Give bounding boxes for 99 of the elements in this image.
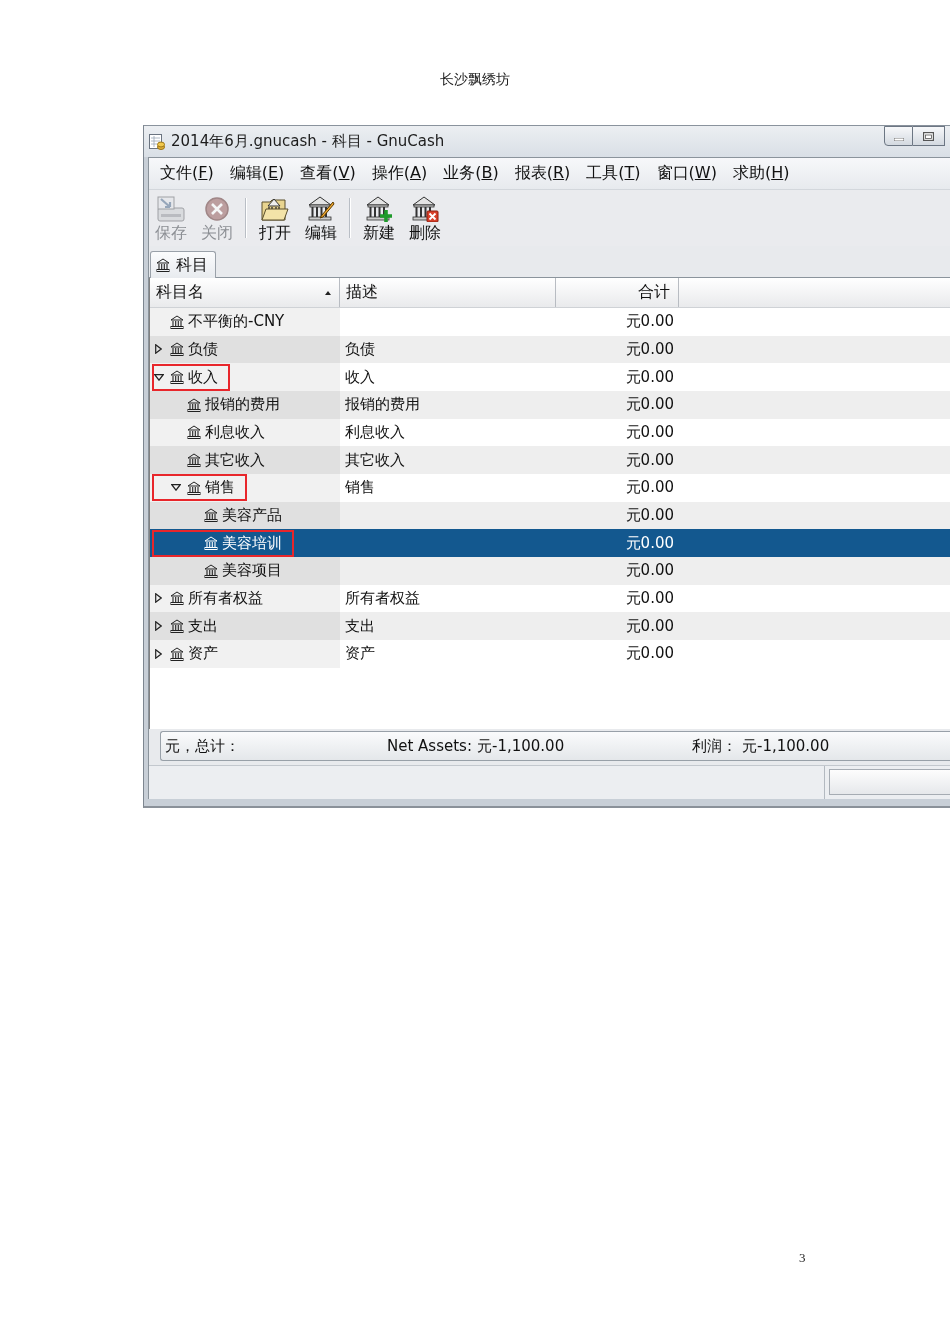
account-name: 其它收入	[205, 450, 265, 470]
menu-item[interactable]: 报表(R)	[514, 163, 571, 184]
open-button[interactable]: 打开	[255, 190, 295, 242]
account-name: 负债	[188, 340, 218, 359]
total-cell-text: 元0.00	[624, 587, 675, 609]
minimize-button[interactable]	[884, 126, 913, 146]
menu-item[interactable]: 业务(B)	[443, 163, 499, 184]
bank-icon	[204, 508, 218, 523]
account-name: 资产	[188, 644, 218, 664]
bank-icon	[187, 425, 201, 440]
maximize-button[interactable]	[913, 126, 945, 146]
bank-icon	[187, 453, 201, 468]
bank-icon	[170, 370, 184, 385]
bank-icon	[187, 397, 201, 412]
total-cell-text: 元0.00	[624, 477, 675, 499]
total-cell-text: 元0.00	[624, 615, 675, 637]
bank-icon	[170, 646, 184, 661]
bank-icon	[204, 536, 218, 551]
spreadsheet-icon	[149, 133, 165, 150]
account-name: 销售	[205, 478, 235, 498]
description-cell-text: 支出	[344, 615, 376, 637]
account-name: 美容产品	[222, 505, 282, 525]
tree-row[interactable]: 负债 负债 元0.00	[150, 335, 950, 364]
bank-icon	[187, 480, 201, 495]
total-cell-text: 元0.00	[624, 449, 675, 471]
tree-row[interactable]: 支出 支出 元0.00	[150, 612, 950, 640]
menu-item[interactable]: 查看(V)	[300, 163, 356, 184]
account-name: 美容项目	[222, 561, 282, 581]
description-cell-text: 收入	[344, 366, 376, 388]
save-icon	[157, 196, 185, 222]
total-cell-text: 元0.00	[624, 532, 675, 554]
tree-row[interactable]: 美容产品 元0.00	[150, 501, 950, 530]
description-cell-text: 销售	[344, 477, 376, 499]
bank-pencil-icon	[307, 196, 335, 222]
caret-down-icon[interactable]	[171, 484, 181, 492]
total-cell-text: 元0.00	[624, 421, 675, 443]
caret-right-icon[interactable]	[155, 621, 162, 632]
total-cell-text: 元0.00	[624, 504, 675, 526]
account-name: 收入	[188, 367, 218, 387]
folder-icon	[261, 196, 289, 222]
maximize-icon	[923, 131, 934, 141]
tree-row[interactable]: 其它收入 其它收入 元0.00	[150, 446, 950, 474]
bank-icon	[170, 619, 184, 634]
caret-right-icon[interactable]	[155, 593, 162, 604]
summary-value: 元-1,100.00	[476, 736, 565, 756]
menu-item[interactable]: 求助(H)	[732, 163, 790, 184]
description-cell-text: 资产	[344, 643, 376, 665]
document-header: 长沙飘绣坊	[440, 72, 510, 88]
new-button[interactable]: 新建	[359, 190, 399, 242]
summary-label: Net Assets:	[387, 736, 472, 756]
tree-row[interactable]: 美容培训 元0.00	[150, 529, 950, 557]
delete-button[interactable]: 删除	[405, 190, 445, 242]
menu-item[interactable]: 操作(A)	[371, 163, 428, 184]
account-name: 不平衡的-CNY	[188, 312, 285, 332]
bank-delete-icon	[411, 196, 439, 222]
bank-plus-icon	[365, 196, 393, 222]
account-name: 报销的费用	[205, 395, 280, 415]
menu-item[interactable]: 编辑(E)	[229, 163, 285, 184]
menu-item[interactable]: 窗口(W)	[656, 163, 717, 184]
column-header[interactable]: 描述	[340, 278, 556, 307]
description-cell-text: 利息收入	[344, 421, 406, 443]
total-cell-text: 元0.00	[624, 311, 675, 333]
total-cell-text: 元0.00	[624, 394, 675, 416]
bank-icon	[170, 314, 184, 329]
account-name: 所有者权益	[188, 588, 263, 608]
description-cell-text: 其它收入	[344, 449, 406, 471]
summary-label: 元，总计：	[165, 736, 241, 756]
tree-row[interactable]: 美容项目 元0.00	[150, 556, 950, 585]
sort-ascending-icon	[325, 290, 331, 295]
bank-icon	[170, 591, 184, 606]
tree-row[interactable]: 报销的费用 报销的费用 元0.00	[150, 390, 950, 419]
total-cell-text: 元0.00	[624, 339, 675, 360]
caret-down-icon[interactable]	[154, 373, 164, 381]
summary-value: 元-1,100.00	[742, 736, 830, 756]
description-cell-text: 负债	[344, 339, 376, 360]
column-header[interactable]: 合计	[556, 278, 679, 307]
summary-label: 利润：	[692, 736, 737, 756]
total-cell-text: 元0.00	[624, 643, 675, 665]
bank-icon	[170, 342, 184, 357]
account-name: 利息收入	[205, 422, 265, 442]
description-cell-text: 报销的费用	[344, 394, 421, 416]
edit-button[interactable]: 编辑	[301, 190, 341, 242]
caret-right-icon[interactable]	[155, 648, 162, 659]
total-cell-text: 元0.00	[624, 366, 675, 388]
total-cell-text: 元0.00	[624, 560, 675, 582]
description-cell-text: 所有者权益	[344, 587, 421, 609]
page-number: 3	[799, 1250, 806, 1266]
bank-icon	[156, 258, 170, 272]
account-name: 支出	[188, 616, 218, 636]
close-icon	[203, 196, 231, 222]
account-name: 美容培训	[222, 533, 282, 553]
column-header[interactable]: 科目名	[150, 278, 340, 307]
bank-icon	[204, 563, 218, 578]
menu-item[interactable]: 工具(T)	[586, 163, 641, 184]
tab[interactable]: 科目	[150, 251, 216, 278]
menu-item[interactable]: 文件(F)	[160, 163, 214, 184]
caret-right-icon[interactable]	[155, 344, 162, 355]
window-title: 2014年6月.gnucash - 科目 - GnuCash	[171, 132, 445, 151]
minimize-icon	[893, 137, 904, 141]
